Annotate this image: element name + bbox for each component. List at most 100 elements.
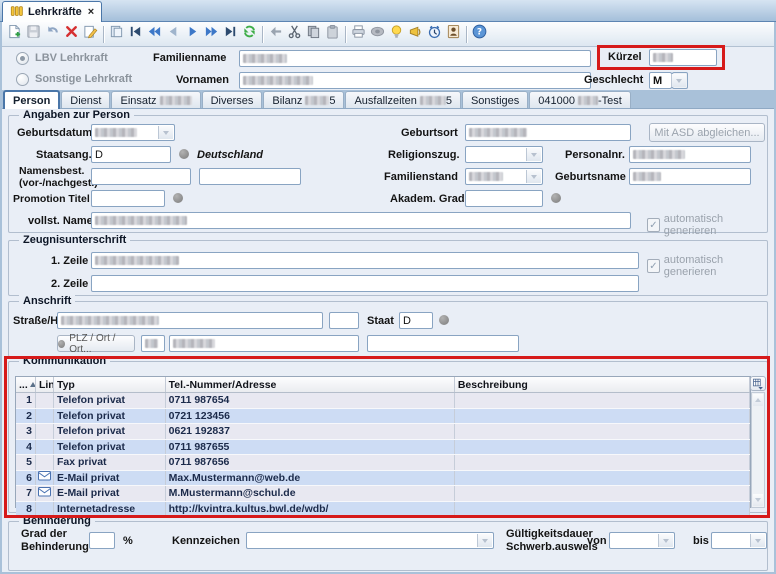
lbv-radio-label: LBV Lehrkraft [35, 52, 108, 64]
bis-combo[interactable] [711, 532, 767, 549]
vornamen-field[interactable] [239, 72, 591, 89]
tab-041000[interactable]: 041000-Test [529, 91, 631, 109]
religionszug-combo[interactable] [465, 146, 543, 163]
last-record-button[interactable] [221, 25, 240, 44]
hausnr-zusatz-field[interactable] [329, 312, 359, 329]
column-header-nr[interactable]: ... [16, 377, 36, 392]
new-record-button[interactable] [5, 25, 24, 44]
scroll-up-icon[interactable] [753, 394, 763, 406]
von-label: von [587, 535, 607, 547]
grad-field[interactable] [89, 532, 115, 549]
geschlecht-combo[interactable] [672, 72, 688, 89]
rewind-button[interactable] [145, 25, 164, 44]
window-tab-lehrkraefte[interactable]: Lehrkräfte × [2, 1, 102, 22]
von-combo[interactable] [609, 532, 675, 549]
previous-button[interactable] [164, 25, 183, 44]
comm-row-4[interactable]: 4Telefon privat0711 987655 [16, 440, 750, 456]
auto-generieren-checkbox-zeugnis[interactable]: ✓automatisch generieren [647, 254, 767, 278]
geburtsdatum-combo[interactable] [91, 124, 175, 141]
kennzeichen-combo[interactable] [246, 532, 494, 549]
comm-row-8[interactable]: 8Internetadressehttp://kvintra.kultus.bw… [16, 502, 750, 518]
comm-row-1[interactable]: 1Telefon privat0711 987654 [16, 393, 750, 409]
geburtsname-field[interactable] [629, 168, 751, 185]
edit-button[interactable] [81, 25, 100, 44]
zeile2-field[interactable] [91, 275, 639, 292]
column-header-beschreibung[interactable]: Beschreibung [455, 377, 750, 392]
save-button[interactable] [24, 25, 43, 44]
user-log-button[interactable] [444, 25, 463, 44]
hint-button[interactable] [387, 25, 406, 44]
print-button[interactable] [349, 25, 368, 44]
tab-diverses[interactable]: Diverses [202, 91, 263, 109]
help-button[interactable]: ? [470, 25, 489, 44]
namensbest-vorgestellt-field[interactable] [91, 168, 191, 185]
tab-ausfallzeiten[interactable]: Ausfallzeiten5 [345, 91, 461, 109]
first-record-button[interactable] [126, 25, 145, 44]
kommunikation-section: Kommunikation ...LinkTypTel.-Nummer/Adre… [8, 361, 768, 513]
mit-asd-abgleichen-button[interactable]: Mit ASD abgleichen... [649, 123, 765, 142]
tab-person[interactable]: Person [3, 90, 60, 109]
namensbest-nachgestellt-field[interactable] [199, 168, 301, 185]
geburtsdatum-label: Geburtsdatum [17, 127, 92, 139]
cell-nr: 4 [16, 440, 36, 455]
tab-einsatz[interactable]: Einsatz [111, 91, 200, 109]
personalnr-field[interactable] [629, 146, 751, 163]
comm-row-7[interactable]: 7E-Mail privatM.Mustermann@schul.de [16, 486, 750, 502]
staat-field[interactable]: D [399, 312, 433, 329]
column-header-typ[interactable]: Typ [54, 377, 166, 392]
delete-button[interactable] [62, 25, 81, 44]
copy-record-icon [109, 24, 124, 44]
scroll-down-icon[interactable] [753, 494, 763, 506]
strasse-field[interactable] [57, 312, 323, 329]
tab-close-icon[interactable]: × [88, 6, 94, 18]
undo-button[interactable] [43, 25, 62, 44]
sonstige-radio[interactable] [16, 73, 29, 86]
table-scrollbar[interactable] [751, 392, 765, 508]
cell-adresse: Max.Mustermann@web.de [166, 471, 455, 486]
familienname-field[interactable] [239, 50, 591, 67]
cell-link [36, 486, 54, 501]
cut-button[interactable] [285, 25, 304, 44]
auto-generieren-checkbox-person[interactable]: ✓automatisch generieren [647, 213, 767, 237]
tab-dienst[interactable]: Dienst [61, 91, 110, 109]
kuerzel-field[interactable] [649, 49, 717, 66]
forward-button[interactable] [202, 25, 221, 44]
column-header-link[interactable]: Link [36, 377, 54, 392]
refresh-button[interactable] [240, 25, 259, 44]
cell-link [36, 393, 54, 408]
plz-field[interactable] [141, 335, 165, 352]
paste-button[interactable] [323, 25, 342, 44]
comm-row-2[interactable]: 2Telefon privat0721 123456 [16, 409, 750, 425]
vollst-name-field[interactable] [91, 212, 631, 229]
plz-ort-button[interactable]: PLZ / Ort / Ort... [57, 335, 135, 352]
column-chooser-button[interactable] [750, 376, 766, 391]
preview-button[interactable] [368, 25, 387, 44]
promotion-titel-field[interactable] [91, 190, 165, 207]
ort-field[interactable] [169, 335, 359, 352]
namensbest-label-line1: Namensbest. [19, 165, 84, 177]
navigate-back-button[interactable] [266, 25, 285, 44]
copy-button[interactable] [304, 25, 323, 44]
geburtsort-field[interactable] [465, 124, 631, 141]
ortsteil-field[interactable] [367, 335, 519, 352]
staatsang-field[interactable]: D [91, 146, 171, 163]
zeile1-field[interactable] [91, 252, 639, 269]
tab-sonstiges[interactable]: Sonstiges [462, 91, 528, 109]
comm-row-5[interactable]: 5Fax privat0711 987656 [16, 455, 750, 471]
vornamen-label: Vornamen [176, 74, 229, 86]
comm-row-6[interactable]: 6E-Mail privatMax.Mustermann@web.de [16, 471, 750, 487]
comm-row-3[interactable]: 3Telefon privat0621 192837 [16, 424, 750, 440]
column-header-tel-nummer-adresse[interactable]: Tel.-Nummer/Adresse [166, 377, 455, 392]
lbv-radio[interactable] [16, 52, 29, 65]
familienstand-combo[interactable] [465, 168, 543, 185]
akadem-grad-field[interactable] [465, 190, 543, 207]
announcement-button[interactable] [406, 25, 425, 44]
geschlecht-value: M [649, 72, 672, 89]
tab-bilanz[interactable]: Bilanz5 [263, 91, 344, 109]
reminder-button[interactable] [425, 25, 444, 44]
grad-label-line2: Behinderung [21, 541, 89, 553]
next-button[interactable] [183, 25, 202, 44]
copy-record-button[interactable] [107, 25, 126, 44]
zeile2-label: 2. Zeile [51, 278, 88, 290]
kommunikation-table: ...LinkTypTel.-Nummer/AdresseBeschreibun… [15, 376, 751, 508]
